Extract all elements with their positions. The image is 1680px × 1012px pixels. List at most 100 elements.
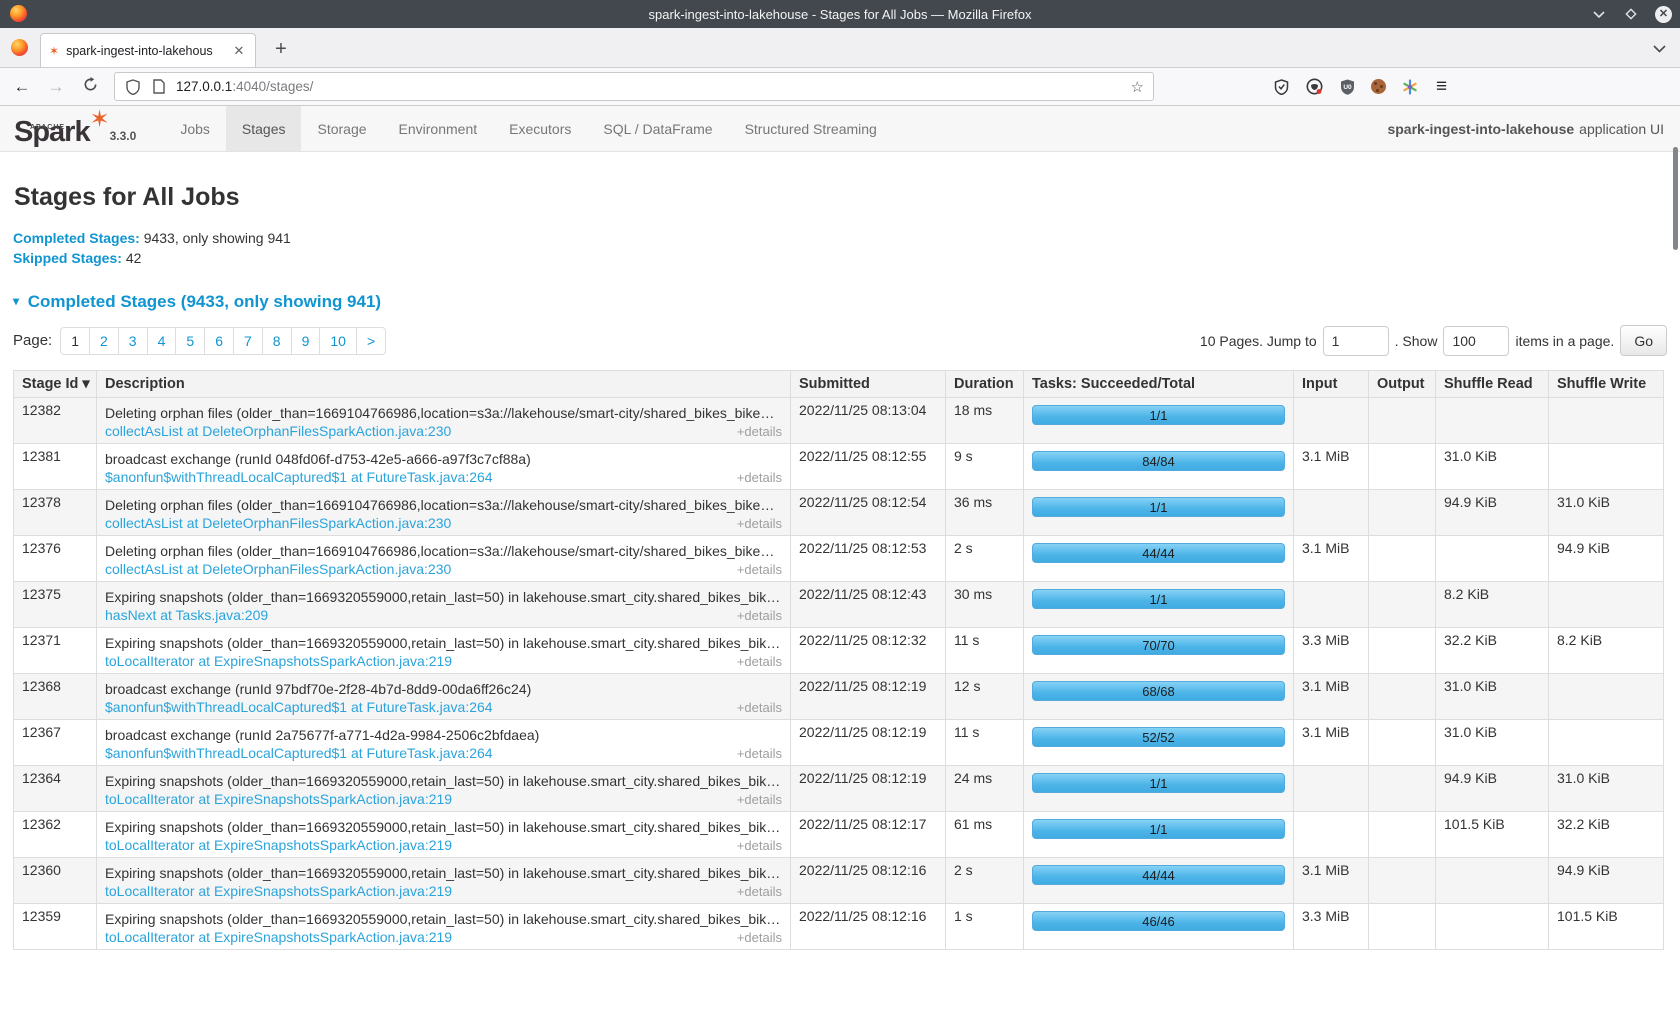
- details-toggle[interactable]: +details: [729, 838, 782, 853]
- stage-id-cell: 12381: [14, 444, 97, 490]
- shield-check-extension-icon[interactable]: [1272, 78, 1290, 96]
- jump-to-page-input[interactable]: [1323, 326, 1389, 356]
- stage-description: Expiring snapshots (older_than=166932055…: [105, 586, 782, 605]
- details-toggle[interactable]: +details: [729, 792, 782, 807]
- page-button-10[interactable]: 10: [320, 328, 357, 354]
- stage-description: Deleting orphan files (older_than=166910…: [105, 402, 782, 421]
- completed-stages-value: 9433, only showing 941: [144, 230, 291, 246]
- table-row: 12367broadcast exchange (runId 2a75677f-…: [14, 720, 1664, 766]
- details-toggle[interactable]: +details: [729, 608, 782, 623]
- nav-item-stages[interactable]: Stages: [226, 106, 302, 151]
- page-button-5[interactable]: 5: [176, 328, 205, 354]
- colorful-asterisk-extension-icon[interactable]: [1401, 78, 1419, 96]
- column-header-shuffle-read[interactable]: Shuffle Read: [1436, 371, 1549, 398]
- shield-icon[interactable]: [124, 78, 142, 96]
- details-toggle[interactable]: +details: [729, 700, 782, 715]
- page-info-icon[interactable]: [150, 78, 168, 96]
- forward-button: →: [42, 77, 70, 97]
- next-page-button[interactable]: >: [357, 328, 385, 354]
- shuffle-write-cell: 32.2 KiB: [1549, 812, 1664, 858]
- stage-detail-link[interactable]: $anonfun$withThreadLocalCaptured$1 at Fu…: [105, 745, 493, 761]
- column-header-output[interactable]: Output: [1369, 371, 1436, 398]
- tasks-succeeded-total: 70/70: [1033, 636, 1284, 654]
- submitted-cell: 2022/11/25 08:12:19: [791, 766, 946, 812]
- details-toggle[interactable]: +details: [729, 424, 782, 439]
- reload-button[interactable]: [76, 77, 104, 97]
- url-text[interactable]: 127.0.0.1:4040/stages/: [176, 79, 1123, 94]
- page-button-1[interactable]: 1: [61, 328, 90, 354]
- go-button[interactable]: Go: [1620, 325, 1667, 356]
- stage-detail-link[interactable]: toLocalIterator at ExpireSnapshotsSparkA…: [105, 653, 452, 669]
- shuffle-write-cell: [1549, 398, 1664, 444]
- column-header-input[interactable]: Input: [1294, 371, 1369, 398]
- completed-stages-section-toggle[interactable]: ▾ Completed Stages (9433, only showing 9…: [13, 292, 1667, 312]
- cookie-extension-icon[interactable]: [1371, 79, 1386, 94]
- tasks-progress-bar: 70/70: [1032, 635, 1285, 655]
- stage-detail-link[interactable]: $anonfun$withThreadLocalCaptured$1 at Fu…: [105, 699, 493, 715]
- details-toggle[interactable]: +details: [729, 562, 782, 577]
- nav-item-jobs[interactable]: Jobs: [164, 106, 226, 151]
- table-header-row: Stage Id ▾DescriptionSubmittedDurationTa…: [14, 371, 1664, 398]
- page-button-8[interactable]: 8: [263, 328, 292, 354]
- new-tab-button[interactable]: +: [268, 38, 294, 61]
- firefox-profile-icon[interactable]: [11, 39, 28, 56]
- shuffle-write-cell: [1549, 720, 1664, 766]
- column-header-duration[interactable]: Duration: [946, 371, 1024, 398]
- mask-extension-icon[interactable]: [1305, 78, 1323, 96]
- column-header-stage-id[interactable]: Stage Id ▾: [14, 371, 97, 398]
- back-button[interactable]: ←: [8, 77, 36, 97]
- items-per-page-input[interactable]: [1443, 326, 1509, 356]
- bookmark-star-icon[interactable]: ☆: [1131, 78, 1144, 96]
- details-toggle[interactable]: +details: [729, 516, 782, 531]
- menu-hamburger-icon[interactable]: ≡: [1436, 76, 1447, 98]
- details-toggle[interactable]: +details: [729, 884, 782, 899]
- close-button[interactable]: ✕: [1655, 6, 1672, 23]
- stage-detail-link[interactable]: collectAsList at DeleteOrphanFilesSparkA…: [105, 561, 451, 577]
- stage-detail-link[interactable]: $anonfun$withThreadLocalCaptured$1 at Fu…: [105, 469, 493, 485]
- stage-detail-link[interactable]: toLocalIterator at ExpireSnapshotsSparkA…: [105, 837, 452, 853]
- maximize-button[interactable]: [1623, 6, 1639, 22]
- tasks-progress-cell: 1/1: [1024, 490, 1294, 536]
- nav-item-structured-streaming[interactable]: Structured Streaming: [729, 106, 893, 151]
- input-cell: 3.1 MiB: [1294, 536, 1369, 582]
- stage-description: Deleting orphan files (older_than=166910…: [105, 494, 782, 513]
- column-header-description[interactable]: Description: [97, 371, 791, 398]
- url-bar[interactable]: 127.0.0.1:4040/stages/ ☆: [114, 72, 1154, 101]
- page-button-group: 12345678910>: [60, 327, 386, 355]
- page-button-6[interactable]: 6: [205, 328, 234, 354]
- description-cell: Expiring snapshots (older_than=166932055…: [97, 766, 791, 812]
- page-button-2[interactable]: 2: [90, 328, 119, 354]
- nav-item-executors[interactable]: Executors: [493, 106, 587, 151]
- tasks-succeeded-total: 52/52: [1033, 728, 1284, 746]
- stage-detail-link[interactable]: collectAsList at DeleteOrphanFilesSparkA…: [105, 423, 451, 439]
- ublock-shield-icon[interactable]: U0: [1338, 78, 1356, 96]
- nav-item-environment[interactable]: Environment: [383, 106, 494, 151]
- details-toggle[interactable]: +details: [729, 930, 782, 945]
- tab-close-icon[interactable]: ✕: [231, 43, 247, 59]
- nav-item-storage[interactable]: Storage: [301, 106, 382, 151]
- details-toggle[interactable]: +details: [729, 470, 782, 485]
- page-button-9[interactable]: 9: [292, 328, 321, 354]
- page-title: Stages for All Jobs: [14, 183, 1666, 212]
- stage-detail-link[interactable]: toLocalIterator at ExpireSnapshotsSparkA…: [105, 929, 452, 945]
- page-button-7[interactable]: 7: [234, 328, 263, 354]
- stage-detail-link[interactable]: hasNext at Tasks.java:209: [105, 607, 268, 623]
- page-scrollbar[interactable]: [1673, 147, 1678, 250]
- column-header-shuffle-write[interactable]: Shuffle Write: [1549, 371, 1664, 398]
- output-cell: [1369, 628, 1436, 674]
- minimize-button[interactable]: [1591, 6, 1607, 22]
- column-header-tasks-succeeded-total[interactable]: Tasks: Succeeded/Total: [1024, 371, 1294, 398]
- column-header-submitted[interactable]: Submitted: [791, 371, 946, 398]
- spark-logo[interactable]: APACHE Spark ✶ 3.3.0: [0, 106, 146, 151]
- stage-detail-link[interactable]: toLocalIterator at ExpireSnapshotsSparkA…: [105, 883, 452, 899]
- nav-item-sql-dataframe[interactable]: SQL / DataFrame: [587, 106, 728, 151]
- details-toggle[interactable]: +details: [729, 746, 782, 761]
- page-button-4[interactable]: 4: [148, 328, 177, 354]
- details-toggle[interactable]: +details: [729, 654, 782, 669]
- browser-tab[interactable]: ✶ spark-ingest-into-lakehous ✕: [40, 33, 256, 67]
- page-button-3[interactable]: 3: [119, 328, 148, 354]
- stage-detail-link[interactable]: toLocalIterator at ExpireSnapshotsSparkA…: [105, 791, 452, 807]
- skipped-stages-stat: Skipped Stages: 42: [13, 248, 1667, 268]
- tab-overflow-chevron-icon[interactable]: [1653, 40, 1666, 58]
- stage-detail-link[interactable]: collectAsList at DeleteOrphanFilesSparkA…: [105, 515, 451, 531]
